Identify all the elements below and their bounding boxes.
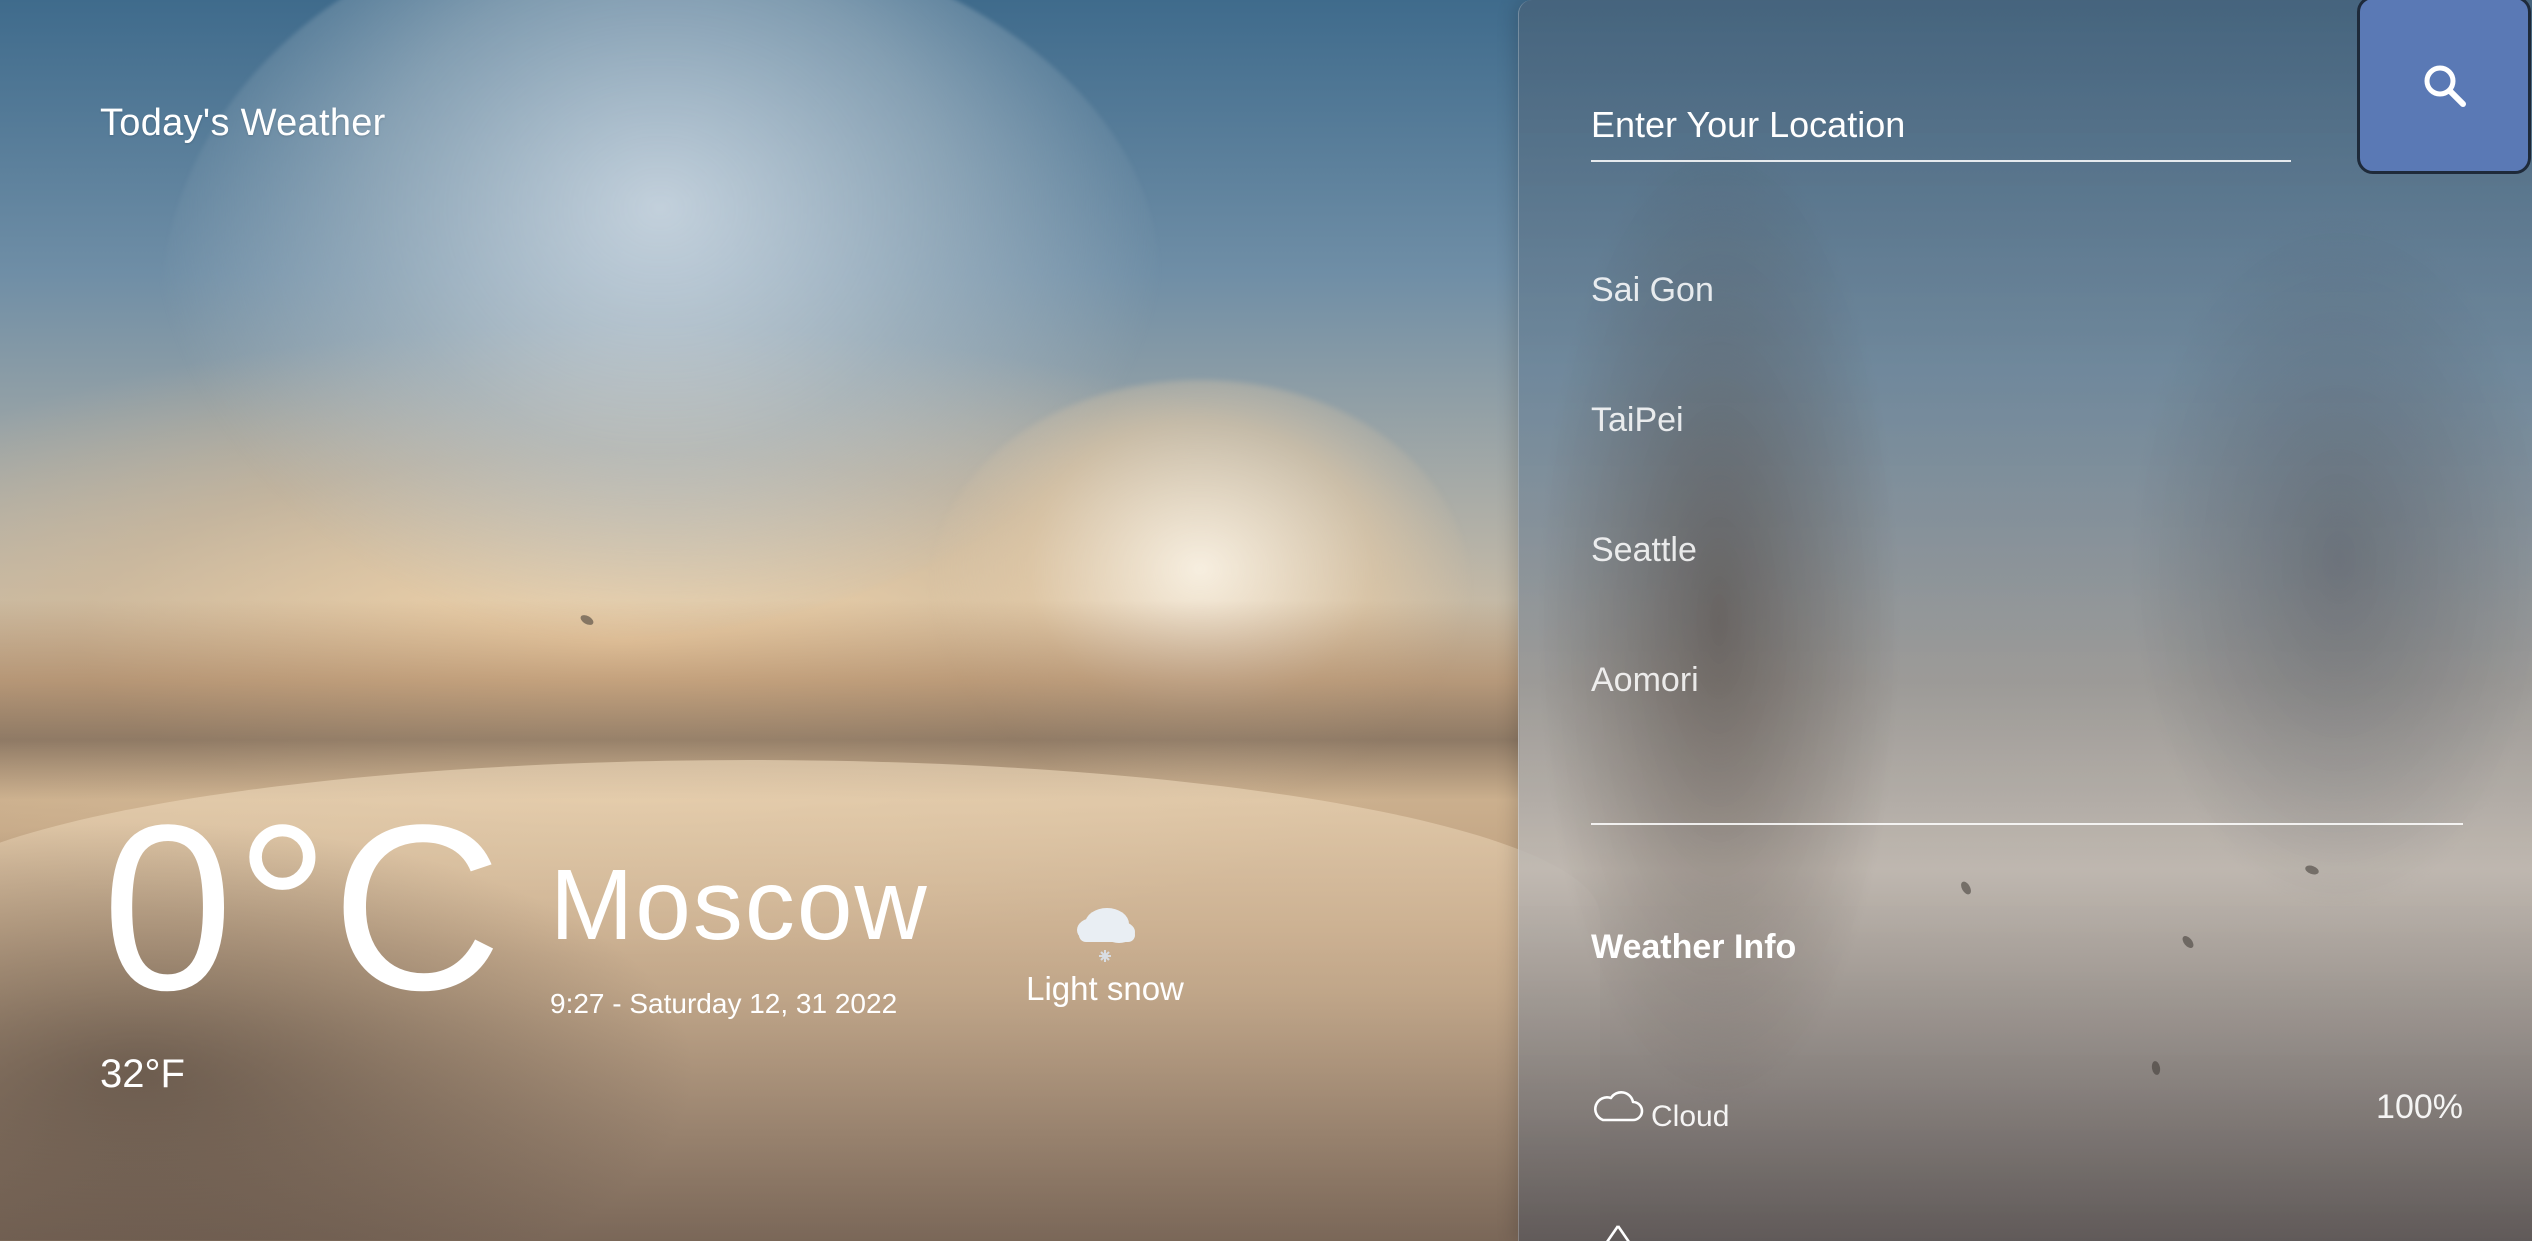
condition-label: Light snow bbox=[1026, 970, 1184, 1007]
snow-fleck bbox=[1959, 879, 1973, 897]
location-item-taipei[interactable]: TaiPei bbox=[1591, 390, 1714, 520]
info-row-partial bbox=[1591, 1222, 2463, 1241]
snow-cloud-icon bbox=[1077, 908, 1135, 962]
weather-info-title: Weather Info bbox=[1591, 928, 1797, 966]
location-search-input[interactable] bbox=[1591, 90, 2291, 162]
temperature-fahrenheit: 32°F bbox=[100, 1052, 185, 1096]
snow-fleck bbox=[2180, 934, 2196, 950]
cloud-icon bbox=[1594, 1091, 1644, 1122]
app-title: Today's Weather bbox=[100, 102, 386, 144]
location-item-sai-gon[interactable]: Sai Gon bbox=[1591, 260, 1714, 390]
temperature-celsius: 0°C bbox=[102, 776, 505, 1040]
location-item-aomori[interactable]: Aomori bbox=[1591, 650, 1714, 780]
weather-app: Today's Weather 0°C Moscow 9:27 - Saturd… bbox=[0, 0, 2532, 1241]
info-label-cloud: Cloud bbox=[1651, 1100, 1730, 1133]
weather-condition: Light snow bbox=[1000, 890, 1210, 1008]
search-icon bbox=[2424, 65, 2466, 107]
snow-fleck bbox=[2150, 1060, 2162, 1076]
info-value-cloud: 100% bbox=[2376, 1088, 2463, 1126]
city-name: Moscow bbox=[550, 849, 929, 961]
date-time: 9:27 - Saturday 12, 31 2022 bbox=[550, 988, 898, 1019]
snow-fleck bbox=[2304, 863, 2320, 877]
location-item-seattle[interactable]: Seattle bbox=[1591, 520, 1714, 650]
location-list: Sai Gon TaiPei Seattle Aomori bbox=[1591, 260, 1714, 780]
search-button[interactable] bbox=[2357, 0, 2531, 174]
info-row-cloud: Cloud 100% bbox=[1591, 1080, 2463, 1140]
divider bbox=[1591, 823, 2463, 825]
drop-icon bbox=[1606, 1225, 1630, 1241]
side-panel: Sai Gon TaiPei Seattle Aomori Weather In… bbox=[1518, 0, 2532, 1241]
